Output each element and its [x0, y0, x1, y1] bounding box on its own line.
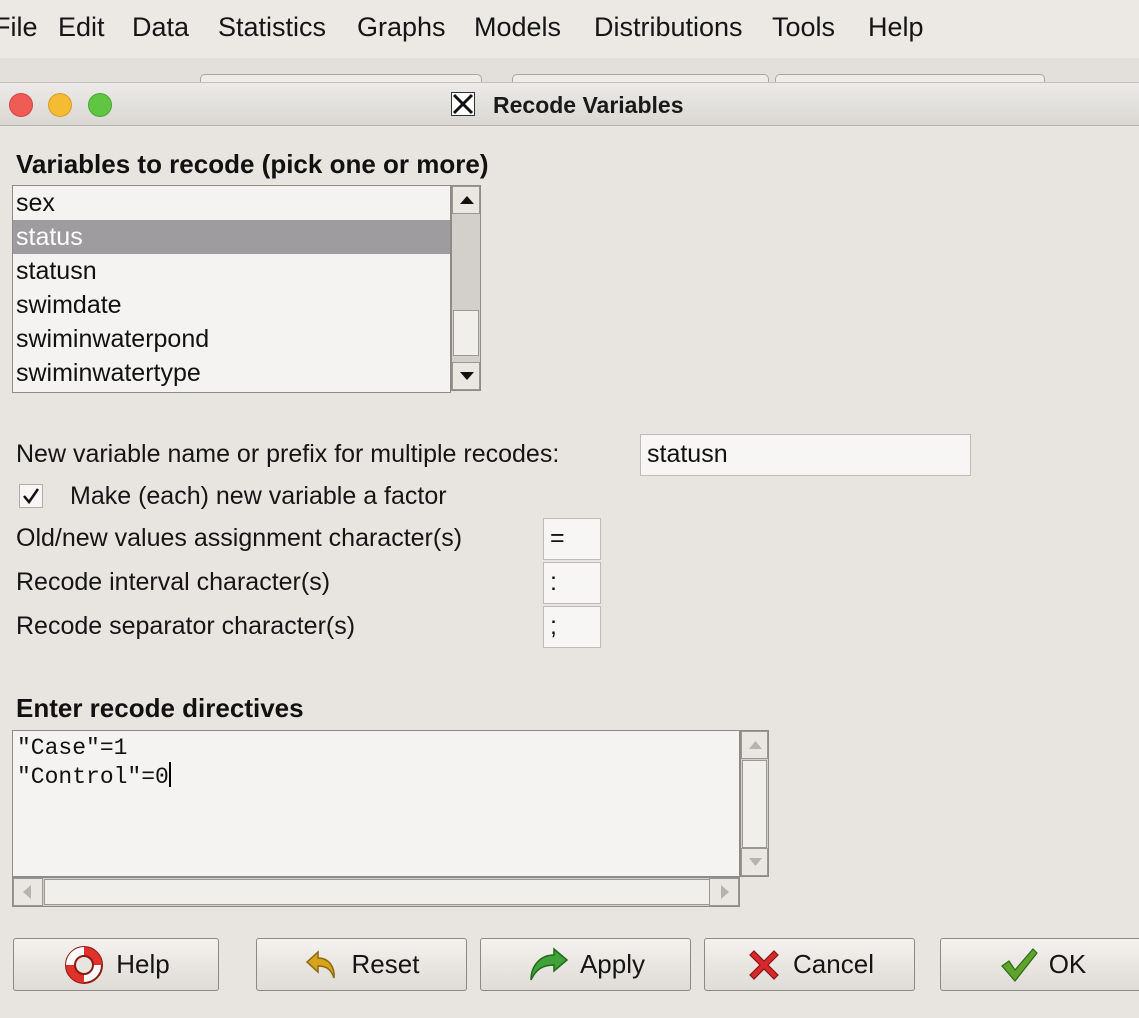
menu-statistics[interactable]: Statistics — [218, 12, 326, 43]
arrow-down-icon — [460, 372, 474, 380]
list-item[interactable]: swiminwatertype — [13, 356, 450, 390]
variables-listbox[interactable]: sex status statusn swimdate swiminwaterp… — [12, 185, 451, 393]
list-item[interactable]: status — [13, 220, 450, 254]
factor-checkbox[interactable] — [19, 484, 43, 508]
variables-heading: Variables to recode (pick one or more) — [16, 149, 489, 179]
cancel-button-label: Cancel — [793, 949, 874, 979]
scroll-thumb[interactable] — [453, 310, 479, 356]
dialog-title: Recode Variables — [493, 92, 684, 118]
list-item[interactable]: swiminwaterpond — [13, 322, 450, 356]
directive-line: "Control"=0 — [17, 762, 171, 790]
text-cursor — [168, 762, 171, 787]
scroll-up-button[interactable] — [741, 731, 768, 759]
factor-checkbox-label: Make (each) new variable a factor — [70, 482, 447, 510]
list-item[interactable]: sex — [13, 186, 450, 220]
arrow-up-icon — [460, 196, 474, 204]
scroll-up-button[interactable] — [452, 186, 480, 214]
menu-graphs[interactable]: Graphs — [357, 12, 446, 43]
list-item[interactable]: statusn — [13, 254, 450, 288]
menu-help[interactable]: Help — [868, 12, 924, 43]
scroll-thumb[interactable] — [44, 879, 710, 905]
apply-button[interactable]: Apply — [480, 938, 691, 991]
arrow-right-icon — [721, 885, 729, 899]
undo-arrow-icon — [305, 949, 335, 978]
dialog-titlebar: Recode Variables — [0, 82, 1139, 126]
new-variable-name-label: New variable name or prefix for multiple… — [16, 440, 560, 468]
checkmark-icon — [23, 488, 40, 505]
arrow-down-icon — [749, 858, 762, 866]
reset-button-label: Reset — [351, 949, 420, 979]
scroll-left-button[interactable] — [13, 878, 43, 906]
apply-button-label: Apply — [579, 949, 646, 979]
ok-button[interactable]: OK — [940, 938, 1139, 991]
menu-data[interactable]: Data — [132, 12, 189, 43]
assignment-char-label: Old/new values assignment character(s) — [16, 524, 463, 552]
cancel-button[interactable]: Cancel — [704, 938, 915, 991]
recode-directives-textarea[interactable]: "Case"=1 "Control"=0 — [12, 730, 740, 877]
help-button[interactable]: Help — [13, 938, 219, 991]
menu-models[interactable]: Models — [474, 12, 561, 43]
separator-char-input[interactable]: ; — [543, 606, 601, 648]
arrow-up-icon — [749, 741, 762, 749]
reset-button[interactable]: Reset — [256, 938, 467, 991]
checkmark-icon — [1000, 947, 1038, 982]
scroll-down-button[interactable] — [741, 848, 768, 876]
redo-arrow-icon — [530, 946, 569, 980]
scroll-right-button[interactable] — [709, 878, 739, 906]
directives-heading: Enter recode directives — [16, 693, 304, 723]
cancel-x-icon — [749, 949, 779, 980]
variables-scrollbar[interactable] — [451, 185, 481, 391]
list-item[interactable]: swimdate — [13, 288, 450, 322]
directives-hscrollbar[interactable] — [12, 877, 740, 907]
menu-distributions[interactable]: Distributions — [594, 12, 743, 43]
ok-button-label: OK — [1048, 949, 1087, 979]
x11-icon — [451, 92, 475, 116]
menu-bar: File Edit Data Statistics Graphs Models … — [0, 0, 1139, 59]
close-window-button[interactable] — [9, 93, 33, 117]
scroll-thumb[interactable] — [742, 760, 767, 848]
directives-vscrollbar[interactable] — [740, 730, 769, 877]
help-button-label: Help — [116, 949, 170, 979]
maximize-window-button[interactable] — [88, 93, 112, 117]
assignment-char-input[interactable]: = — [543, 518, 601, 560]
arrow-left-icon — [23, 885, 31, 899]
interval-char-input[interactable]: : — [543, 562, 601, 604]
directive-line: "Case"=1 — [17, 735, 128, 761]
menu-edit[interactable]: Edit — [58, 12, 105, 43]
scroll-down-button[interactable] — [452, 362, 480, 390]
interval-char-label: Recode interval character(s) — [16, 568, 331, 596]
new-variable-name-input[interactable]: statusn — [640, 434, 971, 476]
separator-char-label: Recode separator character(s) — [16, 612, 356, 640]
lifebuoy-icon — [65, 945, 104, 984]
menu-tools[interactable]: Tools — [772, 12, 835, 43]
minimize-window-button[interactable] — [48, 93, 72, 117]
menu-file[interactable]: File — [0, 12, 38, 43]
